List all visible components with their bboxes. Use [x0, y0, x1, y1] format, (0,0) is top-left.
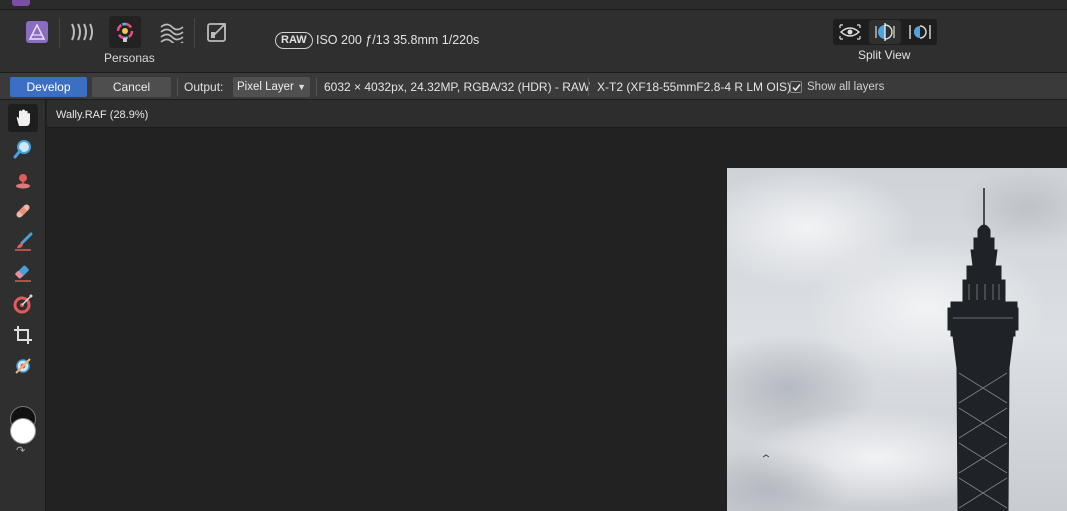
mirror-view-icon[interactable]	[904, 20, 936, 44]
output-select-value: Pixel Layer	[237, 81, 294, 93]
photo-persona-icon[interactable]	[21, 16, 53, 48]
overlay-gradient-tool-icon[interactable]	[8, 290, 38, 318]
show-all-layers-label[interactable]: Show all layers	[807, 81, 884, 93]
tower-photo	[727, 168, 1067, 511]
title-bar	[0, 0, 1067, 10]
show-all-layers-checkbox[interactable]	[790, 81, 802, 93]
white-balance-tool-icon[interactable]	[8, 166, 38, 194]
blemish-removal-tool-icon[interactable]	[8, 197, 38, 225]
checkmark-icon	[792, 84, 801, 92]
split-view-icon[interactable]	[869, 20, 901, 44]
photo-image	[727, 168, 1067, 511]
toolbar-separator	[59, 18, 60, 48]
separator	[316, 78, 317, 96]
develop-persona-icon[interactable]	[109, 16, 141, 48]
eye-icon[interactable]	[834, 20, 866, 44]
app-logo-icon	[12, 0, 30, 6]
overlay-erase-tool-icon[interactable]	[8, 259, 38, 287]
output-label: Output:	[184, 80, 224, 94]
liquify-persona-icon[interactable]	[66, 16, 98, 48]
zoom-tool-icon[interactable]	[8, 135, 38, 163]
exif-info: ISO 200 ƒ/13 35.8mm 1/220s	[316, 33, 480, 47]
view-tool-icon[interactable]	[8, 104, 38, 132]
overlay-paint-tool-icon[interactable]	[8, 228, 38, 256]
main-toolbar: Personas RAW ISO 200 ƒ/13 35.8mm 1/220s …	[0, 10, 1067, 72]
tone-mapping-persona-icon[interactable]	[156, 16, 188, 48]
separator	[588, 78, 589, 96]
chevron-down-icon: ▼	[297, 82, 306, 92]
camera-info: X-T2 (XF18-55mmF2.8-4 R LM OIS)	[597, 80, 792, 94]
red-eye-tool-icon[interactable]	[8, 352, 38, 380]
swap-colors-icon[interactable]: ↷	[16, 444, 25, 457]
primary-color-well[interactable]	[10, 418, 36, 444]
view-mode-group	[833, 19, 937, 45]
export-persona-icon[interactable]	[201, 16, 233, 48]
document-tab-bar: Wally.RAF (28.9%)	[47, 100, 1067, 128]
toolbar-separator	[194, 18, 195, 48]
tools-panel: ↷	[0, 100, 46, 511]
color-wells[interactable]	[10, 406, 38, 448]
split-view-label: Split View	[858, 48, 911, 62]
cancel-button[interactable]: Cancel	[92, 77, 171, 97]
personas-label: Personas	[104, 51, 155, 65]
develop-button[interactable]: Develop	[10, 77, 87, 97]
document-title[interactable]: Wally.RAF (28.9%)	[56, 109, 148, 121]
image-info: 6032 × 4032px, 24.32MP, RGBA/32 (HDR) - …	[324, 80, 590, 94]
output-select[interactable]: Pixel Layer ▼	[233, 77, 310, 97]
raw-badge: RAW	[275, 32, 313, 49]
separator	[177, 78, 178, 96]
context-toolbar: Develop Cancel Output: Pixel Layer ▼ 603…	[0, 72, 1067, 100]
crop-tool-icon[interactable]	[8, 321, 38, 349]
